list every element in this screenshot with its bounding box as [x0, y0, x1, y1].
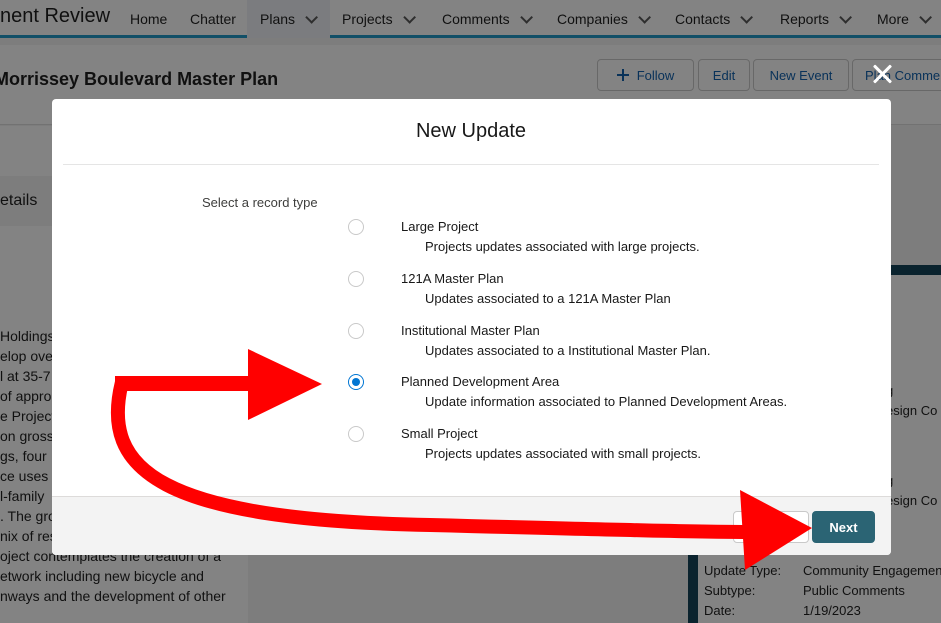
record-type-option-121a-master-plan[interactable]: 121A Master Plan Updates associated to a…	[348, 266, 828, 312]
option-description: Projects updates associated with small p…	[425, 446, 702, 461]
option-label: 121A Master Plan	[401, 271, 504, 286]
record-type-label: Select a record type	[202, 195, 318, 210]
record-type-option-large-project[interactable]: Large Project Projects updates associate…	[348, 214, 828, 260]
option-label: Large Project	[401, 219, 479, 234]
record-type-option-small-project[interactable]: Small Project Projects updates associate…	[348, 421, 828, 467]
record-type-option-institutional-master-plan[interactable]: Institutional Master Plan Updates associ…	[348, 318, 828, 364]
radio-button[interactable]	[348, 219, 364, 235]
option-description: Update information associated to Planned…	[425, 394, 788, 409]
radio-button[interactable]	[348, 426, 364, 442]
modal-footer: Next	[52, 496, 891, 555]
record-type-option-planned-development-area[interactable]: Planned Development Area Update informat…	[348, 369, 828, 415]
option-description: Projects updates associated with large p…	[425, 239, 700, 254]
option-label: Institutional Master Plan	[401, 323, 540, 338]
modal-title: New Update	[415, 120, 527, 142]
radio-button[interactable]	[348, 271, 364, 287]
option-label: Planned Development Area	[401, 374, 560, 389]
modal-header: New Update	[63, 99, 879, 165]
option-description: Updates associated to a Institutional Ma…	[425, 343, 711, 358]
cancel-button[interactable]	[733, 511, 809, 543]
new-update-modal: New Update Select a record type Large Pr…	[52, 99, 891, 555]
close-icon[interactable]	[870, 62, 894, 86]
option-label: Small Project	[401, 426, 478, 441]
radio-button[interactable]	[348, 323, 364, 339]
next-button[interactable]: Next	[812, 511, 875, 543]
option-description: Updates associated to a 121A Master Plan	[425, 291, 671, 306]
radio-button-selected[interactable]	[348, 374, 364, 390]
next-button-label: Next	[829, 519, 858, 535]
